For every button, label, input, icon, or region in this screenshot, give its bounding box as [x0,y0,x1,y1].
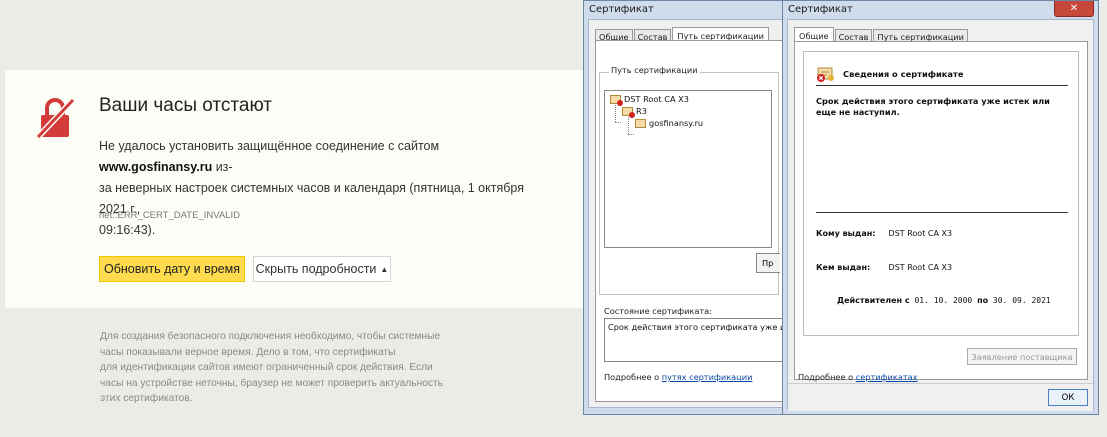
issued-by-value: DST Root CA X3 [888,263,953,272]
tree-node-label: R3 [636,106,647,116]
certificate-icon [635,118,646,128]
cert-state-box: Срок действия этого сертификата уже исте… [604,318,788,362]
update-datetime-button[interactable]: Обновить дату и время [99,256,245,282]
tree-connector [628,115,629,134]
certificate-error-icon [622,106,635,118]
cert-path-group: Путь сертификации DST Root CA X3 R3 gosf… [599,65,780,295]
valid-from-label: Действителен с [837,296,910,305]
more-info-prefix: Подробнее о [604,372,662,382]
divider [816,85,1068,86]
expired-message: Срок действия этого сертификата уже исте… [816,96,1066,118]
triangle-up-icon: ▲ [380,264,389,274]
tree-connector [615,122,621,123]
tree-connector [628,134,634,135]
view-certificate-button[interactable]: Пр [756,253,780,273]
error-description: Не удалось установить защищённое соедине… [99,136,554,241]
error-card: Ваши часы отстают Не удалось установить … [5,70,590,308]
valid-to-label: по [977,296,989,305]
close-icon[interactable]: ✕ [1054,1,1094,17]
details-line: часы на устройстве неточны, браузер не м… [100,377,443,389]
tree-node-leaf[interactable]: gosfinansy.ru [635,118,703,128]
issued-to-value: DST Root CA X3 [888,229,953,238]
tree-connector [615,105,616,122]
details-line: этих сертификатов. [100,393,193,404]
window-title: Сертификат [788,4,853,15]
hide-details-label: Скрыть подробности [255,262,377,276]
tab-panel: Сведения о сертификате Срок действия это… [794,41,1088,382]
cert-info-title: Сведения о сертификате [843,69,964,79]
more-info-prefix: Подробнее о [798,372,856,382]
cert-info-header: Сведения о сертификате [816,65,963,83]
cert-info-panel: Сведения о сертификате Срок действия это… [803,51,1079,336]
issued-by-row: Кем выдан: DST Root CA X3 [816,263,952,272]
window-title: Сертификат [589,4,654,15]
tree-node-label: DST Root CA X3 [624,94,689,104]
tree-node-intermediate[interactable]: R3 [622,106,647,118]
window-body: Общие Состав Путь сертификации Сведения … [787,19,1094,411]
divider [816,212,1068,213]
expired-message-line1: Срок действия этого сертификата уже исте… [816,96,1050,106]
valid-from-value: 01. 10. 2000 [914,296,973,305]
tab-panel: Путь сертификации DST Root CA X3 R3 gosf… [595,40,788,402]
ok-button[interactable]: ОК [1048,389,1088,406]
window-body: Общие Состав Путь сертификации Путь серт… [588,19,792,408]
more-info-line: Подробнее о путях сертификации [604,372,752,382]
tree-node-label: gosfinansy.ru [649,118,704,128]
error-title: Ваши часы отстают [99,95,273,116]
certificate-window-path: Сертификат Общие Состав Путь сертификаци… [583,0,797,415]
tree-node-root[interactable]: DST Root CA X3 [610,94,689,106]
validity-row: Действителен с 01. 10. 2000 по 30. 09. 2… [837,296,1051,305]
certificates-link[interactable]: сертификатах [856,372,918,382]
cert-state-label: Состояние сертификата: [604,306,712,316]
error-desc-line3: 09:16:43). [99,223,156,237]
details-line: часы показывали верное время. Дело в том… [100,346,396,358]
error-code: net::ERR_CERT_DATE_INVALID [99,210,240,221]
details-line: Для создания безопасного подключения нео… [100,331,441,342]
issued-to-label: Кому выдан: [816,229,876,238]
expired-message-line2: еще не наступил. [816,107,900,117]
error-desc-line1-end: из- [212,160,233,174]
valid-to-value: 30. 09. 2021 [992,296,1051,305]
cert-path-group-label: Путь сертификации [609,65,700,75]
issued-to-row: Кому выдан: DST Root CA X3 [816,229,952,238]
issued-by-label: Кем выдан: [816,263,871,272]
more-info-line: Подробнее о сертификатах [798,372,917,382]
broken-lock-icon [35,97,76,140]
cert-path-link[interactable]: путях сертификации [662,372,753,382]
certificate-warning-icon [817,67,834,82]
details-line: для идентификации сайтов имеют ограничен… [100,362,433,373]
issuer-statement-button[interactable]: Заявление поставщика [967,348,1077,365]
cert-path-tree[interactable]: DST Root CA X3 R3 gosfinansy.ru [604,90,772,248]
error-domain: www.gosfinansy.ru [99,160,213,174]
error-desc-prefix: Не удалось установить защищённое соедине… [99,139,440,153]
details-text: Для создания безопасного подключения нео… [100,329,445,407]
certificate-window-general: Сертификат ✕ Общие Состав Путь сертифика… [782,0,1099,415]
certificate-error-icon [610,94,623,106]
browser-page: Ваши часы отстают Не удалось установить … [0,0,600,437]
hide-details-button[interactable]: Скрыть подробности ▲ [253,256,391,282]
